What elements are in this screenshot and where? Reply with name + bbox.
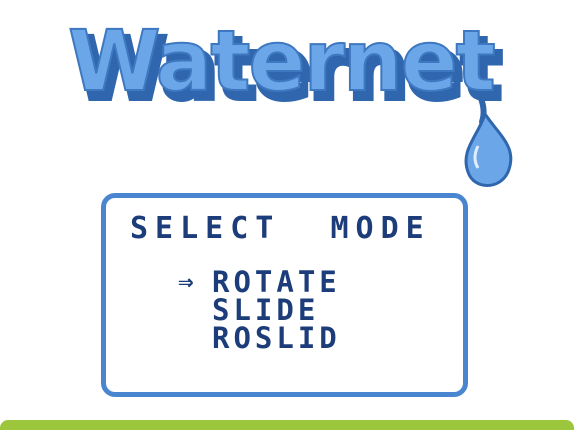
mode-option-slide[interactable]: SLIDE xyxy=(178,293,341,327)
mode-option-rotate[interactable]: ⇒ ROTATE xyxy=(178,265,341,299)
game-screen: Waternet Waternet SELECT MODE ⇒ ROTATE S… xyxy=(0,0,574,430)
mode-select-panel: SELECT MODE ⇒ ROTATE SLIDE ROSLID xyxy=(101,193,468,397)
mode-option-roslid[interactable]: ROSLID xyxy=(178,321,341,355)
mode-option-list: ⇒ ROTATE SLIDE ROSLID xyxy=(178,265,341,355)
water-drop-icon xyxy=(464,110,513,187)
mode-option-label: SLIDE xyxy=(212,293,320,327)
menu-title: SELECT MODE xyxy=(130,211,431,246)
selection-cursor-icon: ⇒ xyxy=(178,267,194,297)
mode-option-label: ROTATE xyxy=(212,265,341,299)
screen-edge xyxy=(0,420,574,430)
waternet-logo: Waternet Waternet xyxy=(60,16,520,196)
mode-option-label: ROSLID xyxy=(212,321,341,355)
logo-text: Waternet xyxy=(68,16,495,110)
